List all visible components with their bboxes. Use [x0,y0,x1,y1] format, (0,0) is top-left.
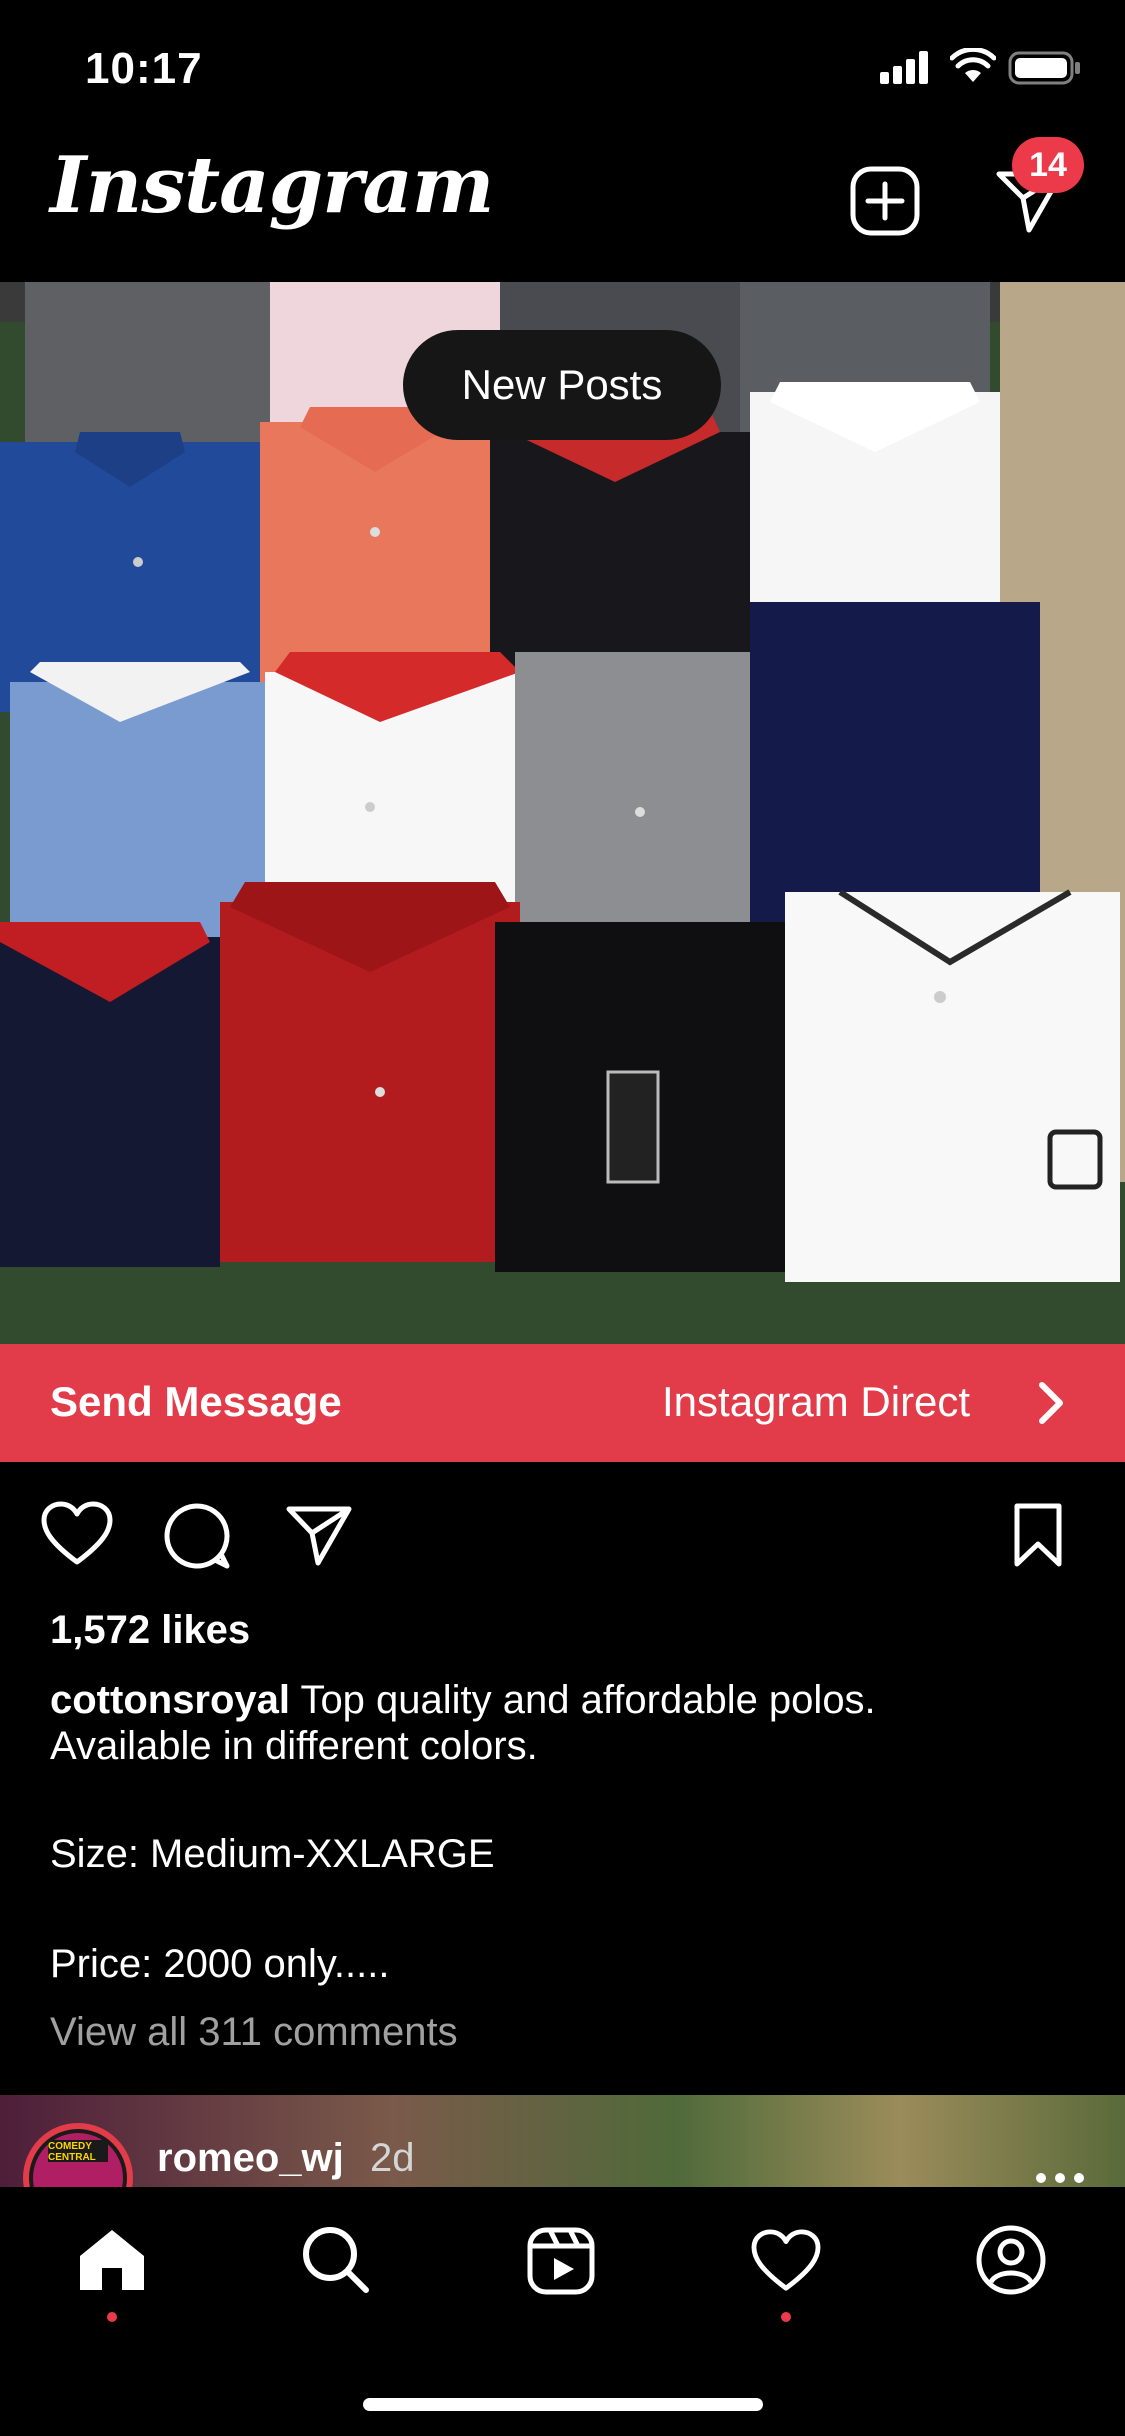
next-post-time: 2d [370,2136,415,2180]
new-posts-pill[interactable]: New Posts [403,330,721,440]
likes-count[interactable]: 1,572 likes [50,1608,250,1653]
profile-icon[interactable] [975,2224,1047,2296]
chevron-right-icon [1039,1382,1063,1424]
view-comments-link[interactable]: View all 311 comments [50,2010,458,2055]
wifi-icon [950,48,996,82]
cellular-signal-icon [880,50,930,84]
battery-icon [1008,51,1080,85]
post-image[interactable] [0,282,1125,1344]
polo-shirts-photo [0,282,1125,1344]
messages-badge: 14 [1012,137,1084,193]
status-time: 10:17 [85,44,203,93]
more-options-icon[interactable] [1035,2172,1085,2184]
caption-username[interactable]: cottonsroyal [50,1678,290,1722]
search-icon[interactable] [300,2224,372,2296]
caption-text: Top quality and affordable polos. [300,1678,876,1722]
next-post-username[interactable]: romeo_wj [157,2136,344,2181]
home-tab-indicator [107,2312,117,2322]
heart-icon[interactable] [750,2228,822,2294]
new-post-icon[interactable] [850,166,920,236]
caption-line: Price: 2000 only..... [50,1942,390,1986]
like-heart-icon[interactable] [40,1500,114,1568]
share-icon[interactable] [285,1503,353,1567]
caption-line: Available in different colors. [50,1724,538,1768]
instagram-direct-label: Instagram Direct [662,1378,971,1425]
reels-icon[interactable] [526,2226,596,2296]
activity-tab-indicator [781,2312,791,2322]
caption-line: Size: Medium-XXLARGE [50,1832,495,1876]
caption-first-line: cottonsroyal Top quality and affordable … [50,1676,1060,1724]
home-icon[interactable] [76,2226,148,2294]
save-bookmark-icon[interactable] [1012,1502,1064,1568]
avatar-label: COMEDY CENTRAL [48,2141,96,2163]
send-message-label: Send Message [50,1378,342,1425]
instagram-logo: Instagram [50,140,494,231]
home-indicator[interactable] [363,2398,763,2411]
comment-icon[interactable] [163,1502,231,1570]
